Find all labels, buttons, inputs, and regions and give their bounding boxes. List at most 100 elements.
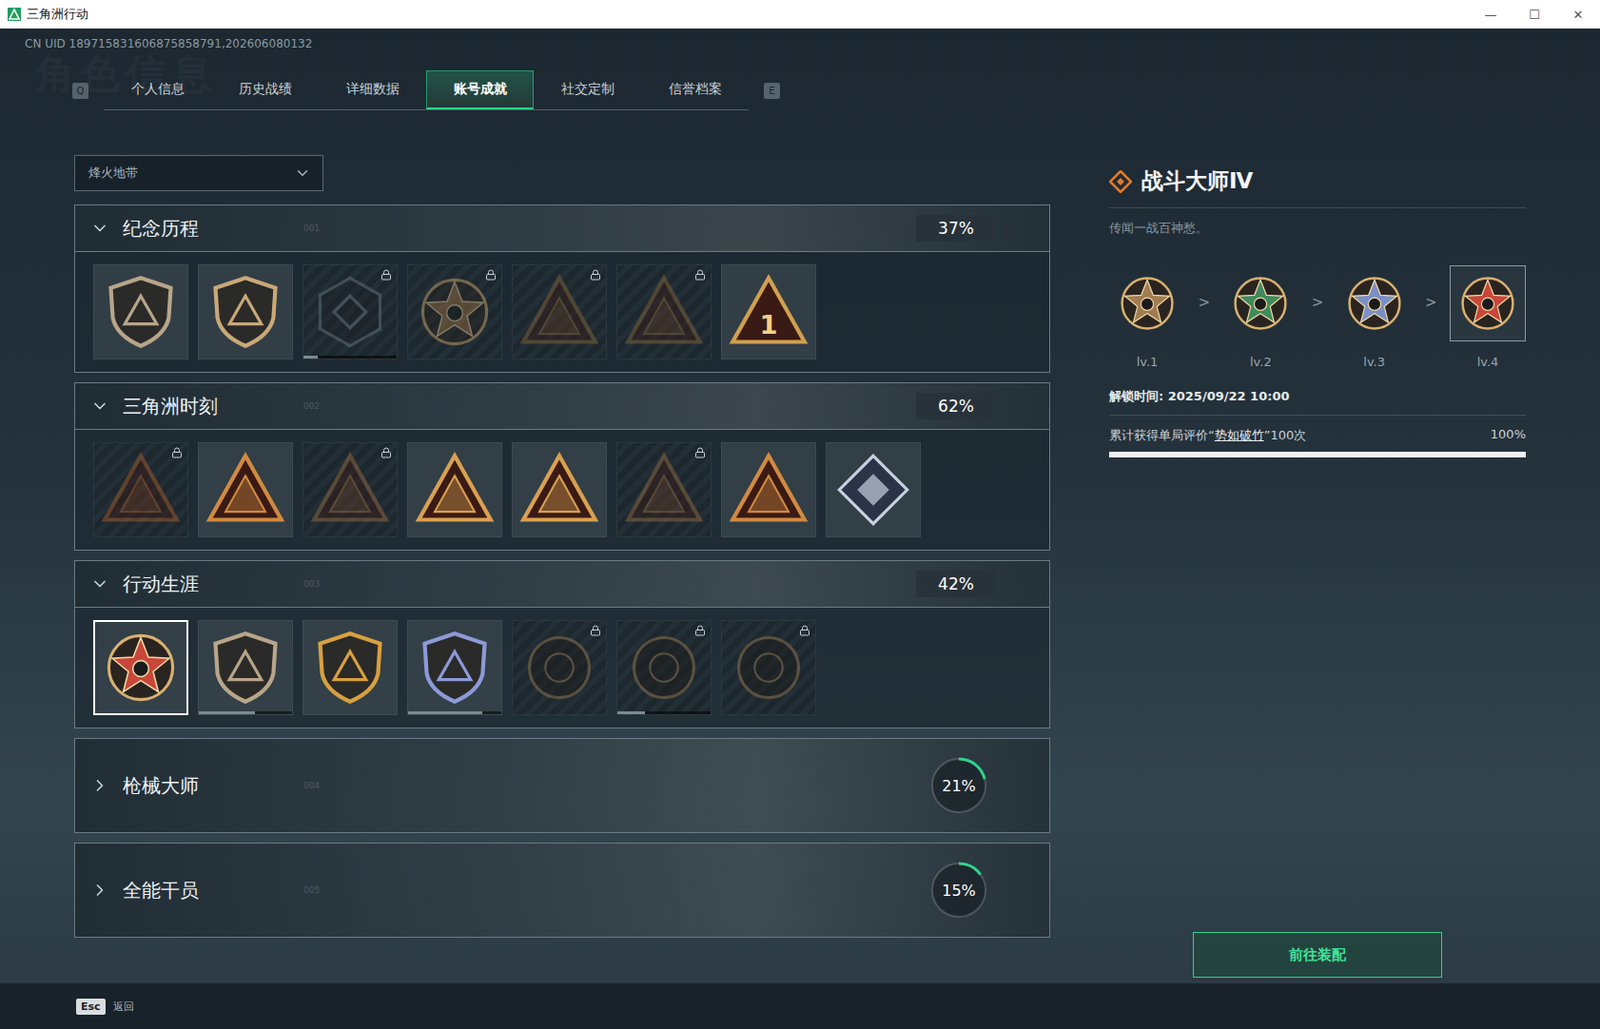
badge-progress-fill xyxy=(408,711,483,715)
section-header[interactable]: 三角洲时刻00262% xyxy=(74,382,1051,430)
badge-tile[interactable] xyxy=(825,442,921,538)
progress-percent: 15% xyxy=(941,881,976,900)
lock-badge xyxy=(380,447,392,459)
badge-tile[interactable] xyxy=(511,620,607,716)
app-window: 三角洲行动—☐✕角色信息CN UID 189715831606875858791… xyxy=(0,0,1600,1029)
requirement-highlight[interactable]: 势如破竹 xyxy=(1214,428,1265,443)
badge-tile[interactable] xyxy=(721,620,817,716)
level-separator: > xyxy=(1197,293,1210,312)
level-frame xyxy=(1449,265,1526,342)
badge-tile[interactable] xyxy=(616,264,712,360)
badge-tile[interactable] xyxy=(197,264,293,360)
watermark: 角色信息 xyxy=(34,47,217,101)
level-item[interactable]: lv.1 xyxy=(1109,265,1186,370)
chevron-right-icon xyxy=(90,776,110,796)
badge-tile[interactable] xyxy=(93,264,189,360)
requirement-progress xyxy=(1109,451,1526,458)
prev-key-hint[interactable]: Q xyxy=(72,82,89,99)
next-key-hint[interactable]: E xyxy=(763,82,781,99)
badge-tile[interactable] xyxy=(721,442,817,538)
crest-badge-icon xyxy=(1343,272,1406,335)
badge-progress xyxy=(408,711,502,715)
equip-button[interactable]: 前往装配 xyxy=(1192,932,1443,978)
level-item[interactable]: lv.4 xyxy=(1449,265,1526,370)
window-control[interactable]: — xyxy=(1468,7,1513,22)
triangle-badge-icon: 1 xyxy=(728,272,809,352)
section-code: 003 xyxy=(303,579,917,589)
level-label: lv.2 xyxy=(1249,354,1272,370)
diamond-badge-icon xyxy=(833,449,914,530)
window-control[interactable]: ☐ xyxy=(1512,7,1557,22)
badge-progress-fill xyxy=(617,711,645,715)
level-separator: > xyxy=(1424,293,1438,312)
tab[interactable]: 个人信息 xyxy=(103,70,212,110)
content: 烽火地带纪念历程00137%1三角洲时刻00262%行动生涯00342%枪械大师… xyxy=(0,155,1600,984)
detail-panel: 战斗大师Ⅳ传闻一战百神愁。lv.1>lv.2>lv.3>lv.4解锁时间: 20… xyxy=(1109,155,1526,984)
achievement-section: 行动生涯00342% xyxy=(74,560,1051,729)
chevron-down-icon xyxy=(90,396,110,416)
chevron-down-icon xyxy=(90,218,110,238)
window-control[interactable]: ✕ xyxy=(1556,7,1600,22)
lock-icon xyxy=(380,447,392,459)
level-separator: > xyxy=(1311,293,1325,312)
section-code: 002 xyxy=(303,401,917,411)
badge-tile[interactable] xyxy=(302,264,398,360)
tab[interactable]: 历史战绩 xyxy=(211,70,319,110)
badge-progress-fill xyxy=(303,355,318,359)
level-frame xyxy=(1109,265,1186,342)
lock-badge xyxy=(589,624,602,637)
level-item[interactable]: lv.3 xyxy=(1336,265,1413,370)
tab-row: Q 个人信息历史战绩详细数据账号成就社交定制信誉档案 E xyxy=(72,70,1600,111)
section-header[interactable]: 行动生涯00342% xyxy=(74,560,1051,608)
section-code: 004 xyxy=(303,780,930,791)
section-header[interactable]: 枪械大师00421% xyxy=(74,738,1051,834)
badge-tile[interactable] xyxy=(616,442,712,538)
section-title: 行动生涯 xyxy=(122,571,285,598)
triangle-badge-icon xyxy=(414,449,495,530)
badge-tile[interactable] xyxy=(197,620,293,716)
lock-icon xyxy=(589,269,602,281)
badge-tile[interactable] xyxy=(93,442,189,538)
level-item[interactable]: lv.2 xyxy=(1222,265,1299,370)
lock-icon xyxy=(694,447,706,459)
badge-tile[interactable] xyxy=(616,620,712,716)
lock-icon xyxy=(694,624,706,637)
achievement-section: 全能干员00515% xyxy=(74,842,1051,938)
mode-dropdown[interactable]: 烽火地带 xyxy=(74,155,324,192)
badge-tile[interactable] xyxy=(302,442,398,538)
esc-key[interactable]: Esc xyxy=(76,998,106,1015)
shield-badge-icon xyxy=(310,627,391,708)
triangle-badge-icon xyxy=(205,449,286,530)
badge-tile[interactable] xyxy=(93,620,189,716)
badge-tile[interactable] xyxy=(302,620,398,716)
lock-badge xyxy=(694,624,706,637)
level-row: lv.1 > lv.2 > lv.3 > lv.4 xyxy=(1109,265,1526,370)
badge-tile[interactable] xyxy=(407,264,503,360)
badge-tile[interactable]: 1 xyxy=(721,264,817,360)
level-label: lv.1 xyxy=(1136,354,1159,370)
tab[interactable]: 信誉档案 xyxy=(641,70,749,110)
badge-tile[interactable] xyxy=(511,442,607,538)
badge-tile[interactable] xyxy=(407,442,503,538)
level-frame xyxy=(1336,265,1413,342)
lock-badge xyxy=(485,269,497,281)
requirement-progress-fill xyxy=(1109,451,1526,458)
crest-badge-icon xyxy=(1229,272,1292,335)
tab[interactable]: 详细数据 xyxy=(318,70,427,110)
section-header[interactable]: 全能干员00515% xyxy=(74,842,1051,938)
unlock-time: 解锁时间: 2025/09/22 10:00 xyxy=(1109,388,1526,416)
section-percent: 37% xyxy=(916,214,996,242)
progress-percent: 21% xyxy=(941,777,976,796)
badge-tile[interactable] xyxy=(407,620,503,716)
lock-badge xyxy=(380,269,392,281)
tab[interactable]: 账号成就 xyxy=(426,70,534,110)
section-title: 三角洲时刻 xyxy=(122,393,285,420)
badge-tile[interactable] xyxy=(197,442,293,538)
badge-tile[interactable] xyxy=(511,264,607,360)
chevron-down-icon xyxy=(90,574,110,594)
section-header[interactable]: 纪念历程00137% xyxy=(74,204,1051,253)
section-title: 全能干员 xyxy=(122,878,285,904)
triangle-badge-icon xyxy=(310,449,391,530)
tab[interactable]: 社交定制 xyxy=(533,70,642,110)
back-label[interactable]: 返回 xyxy=(113,999,135,1015)
